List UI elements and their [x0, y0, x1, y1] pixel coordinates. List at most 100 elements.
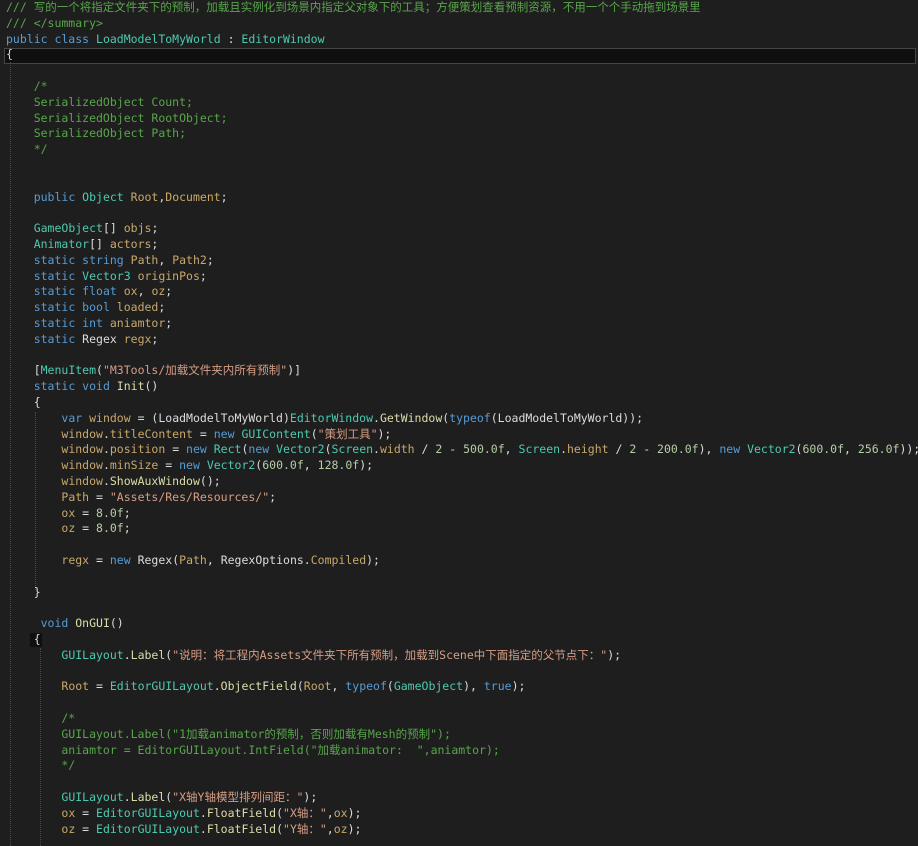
code-token-punct: . [560, 442, 567, 457]
code-token-field: oz [151, 284, 166, 299]
code-line[interactable]: void OnGUI() [6, 616, 918, 632]
code-token-punct: , [326, 821, 334, 836]
code-line[interactable]: { [6, 47, 918, 63]
code-line[interactable]: /// </summary> [6, 16, 918, 32]
code-token-punct: - [442, 442, 464, 457]
code-line[interactable]: { [6, 632, 918, 648]
code-token-punct: = [165, 442, 187, 457]
code-line[interactable]: oz = 8.0f; [6, 521, 918, 537]
code-line[interactable]: window.position = new Rect(new Vector2(S… [6, 442, 918, 458]
code-line[interactable]: oz = EditorGUILayout.FloatField("Y轴：",oz… [6, 822, 918, 838]
code-line[interactable]: SerializedObject Count; [6, 95, 918, 111]
code-line[interactable]: Root = EditorGUILayout.ObjectField(Root,… [6, 679, 918, 695]
code-line[interactable]: public Object Root,Document; [6, 190, 918, 206]
code-line[interactable]: GUILayout.Label("X轴Y轴模型排列间距："); [6, 790, 918, 806]
code-line[interactable]: static Regex regx; [6, 332, 918, 348]
code-token-punct: ; [123, 521, 131, 536]
code-token-punct: = [75, 821, 97, 836]
code-line[interactable]: ox = EditorGUILayout.FloatField("X轴：",ox… [6, 806, 918, 822]
code-line[interactable]: static int aniamtor; [6, 316, 918, 332]
code-line[interactable] [6, 664, 918, 680]
code-line[interactable]: window.ShowAuxWindow(); [6, 474, 918, 490]
code-line[interactable]: /* [6, 711, 918, 727]
code-line[interactable]: SerializedObject RootObject; [6, 111, 918, 127]
code-line[interactable] [6, 63, 918, 79]
code-line[interactable]: { [6, 395, 918, 411]
code-token-keyword: new [109, 553, 138, 567]
code-line[interactable]: static float ox, oz; [6, 284, 918, 300]
code-token-type: EditorGUILayout [96, 821, 200, 836]
code-token-punct: ; [165, 316, 173, 330]
code-token-punct: ); [366, 553, 380, 567]
code-line[interactable] [6, 600, 918, 616]
code-line[interactable] [6, 537, 918, 553]
code-line[interactable]: [MenuItem("M3Tools/加载文件夹内所有预制")] [6, 363, 918, 379]
code-token-punct: )); [899, 442, 918, 457]
code-token-field: window [61, 426, 103, 441]
code-token-punct [6, 553, 61, 567]
code-token-string: "X轴：" [283, 805, 327, 820]
code-token-field: window [61, 474, 103, 488]
code-line[interactable]: static string Path, Path2; [6, 253, 918, 269]
code-token-punct: ; [151, 237, 159, 251]
code-token-punct [6, 379, 34, 393]
code-token-string: "说明：将工程内Assets文件夹下所有预制，加载到Scene中下面指定的父节点… [172, 647, 608, 662]
code-line[interactable]: /// 写的一个将指定文件夹下的预制，加载且实例化到场景内指定父对象下的工具；方… [6, 0, 918, 16]
code-line[interactable]: static Vector3 originPos; [6, 269, 918, 285]
code-token-punct: , [158, 252, 173, 267]
code-line[interactable]: public class LoadModelToMyWorld : Editor… [6, 32, 918, 48]
code-line[interactable]: window.titleContent = new GUIContent("策划… [6, 427, 918, 443]
code-token-punct: ( [386, 679, 394, 694]
code-token-punct: ; [151, 221, 159, 236]
code-token-type: GameObject [33, 221, 103, 236]
code-line[interactable]: SerializedObject Path; [6, 126, 918, 142]
code-token-method: ObjectField [220, 679, 297, 694]
code-token-punct: , [331, 679, 346, 694]
code-line[interactable] [6, 695, 918, 711]
code-token-keyword: new [186, 442, 214, 457]
code-token-keyword: static [33, 331, 83, 346]
code-token-punct [6, 411, 61, 425]
code-token-punct: . [199, 821, 207, 836]
code-line[interactable]: var window = (LoadModelToMyWorld)EditorW… [6, 411, 918, 427]
code-line[interactable]: ox = 8.0f; [6, 506, 918, 522]
code-token-punct: ); [359, 458, 374, 473]
code-line[interactable] [6, 174, 918, 190]
code-token-field: Root [61, 679, 90, 694]
code-line[interactable]: aniamtor = EditorGUILayout.IntField("加载a… [6, 743, 918, 759]
code-line[interactable] [6, 158, 918, 174]
code-line[interactable]: Animator[] actors; [6, 237, 918, 253]
code-token-comment: /* [6, 79, 48, 93]
code-token-string: "Assets/Res/Resources/" [109, 489, 270, 504]
code-line[interactable]: GameObject[] objs; [6, 221, 918, 237]
code-line[interactable]: static void Init() [6, 379, 918, 395]
code-line[interactable]: GUILayout.Label("说明：将工程内Assets文件夹下所有预制，加… [6, 648, 918, 664]
code-editor[interactable]: /// 写的一个将指定文件夹下的预制，加载且实例化到场景内指定父对象下的工具；方… [0, 0, 918, 846]
code-token-field: titleContent [109, 426, 193, 441]
code-line[interactable]: regx = new Regex(Path, RegexOptions.Comp… [6, 553, 918, 569]
code-line[interactable]: } [6, 585, 918, 601]
code-token-field: actors [109, 237, 152, 251]
code-token-field: Root [303, 679, 332, 694]
code-line[interactable]: Path = "Assets/Res/Resources/"; [6, 490, 918, 506]
code-token-punct: [] [102, 221, 124, 236]
code-line[interactable] [6, 569, 918, 585]
code-token-keyword: true [483, 679, 512, 694]
code-token-comment: aniamtor = EditorGUILayout.IntField("加载a… [6, 742, 500, 757]
code-line[interactable]: GUILayout.Label("1加载animator的预制，否则加载有Mes… [6, 727, 918, 743]
code-line[interactable]: static bool loaded; [6, 300, 918, 316]
code-line[interactable]: */ [6, 142, 918, 158]
code-line[interactable]: /* [6, 79, 918, 95]
code-token-field: regx [123, 331, 152, 346]
code-token-punct [6, 616, 41, 630]
code-line[interactable]: */ [6, 758, 918, 774]
code-token-keyword: static int [33, 316, 110, 330]
code-token-type: MenuItem [40, 363, 97, 378]
code-line[interactable] [6, 348, 918, 364]
code-line[interactable] [6, 774, 918, 790]
code-token-field: Path [130, 252, 159, 267]
code-token-comment: */ [6, 758, 76, 773]
code-line[interactable]: window.minSize = new Vector2(600.0f, 128… [6, 458, 918, 474]
code-line[interactable] [6, 205, 918, 221]
code-token-comment: /* [6, 711, 76, 725]
